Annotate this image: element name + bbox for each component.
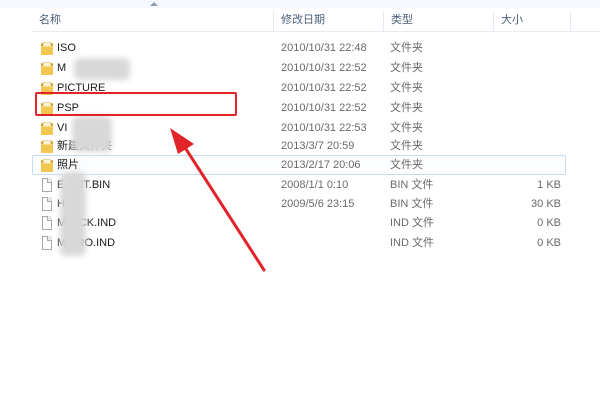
annotation-arrow-icon	[170, 128, 266, 272]
file-explorer-window: 名称 修改日期 类型 大小 ISO 2010/10/31 22:48 文件夹 M…	[0, 0, 600, 400]
